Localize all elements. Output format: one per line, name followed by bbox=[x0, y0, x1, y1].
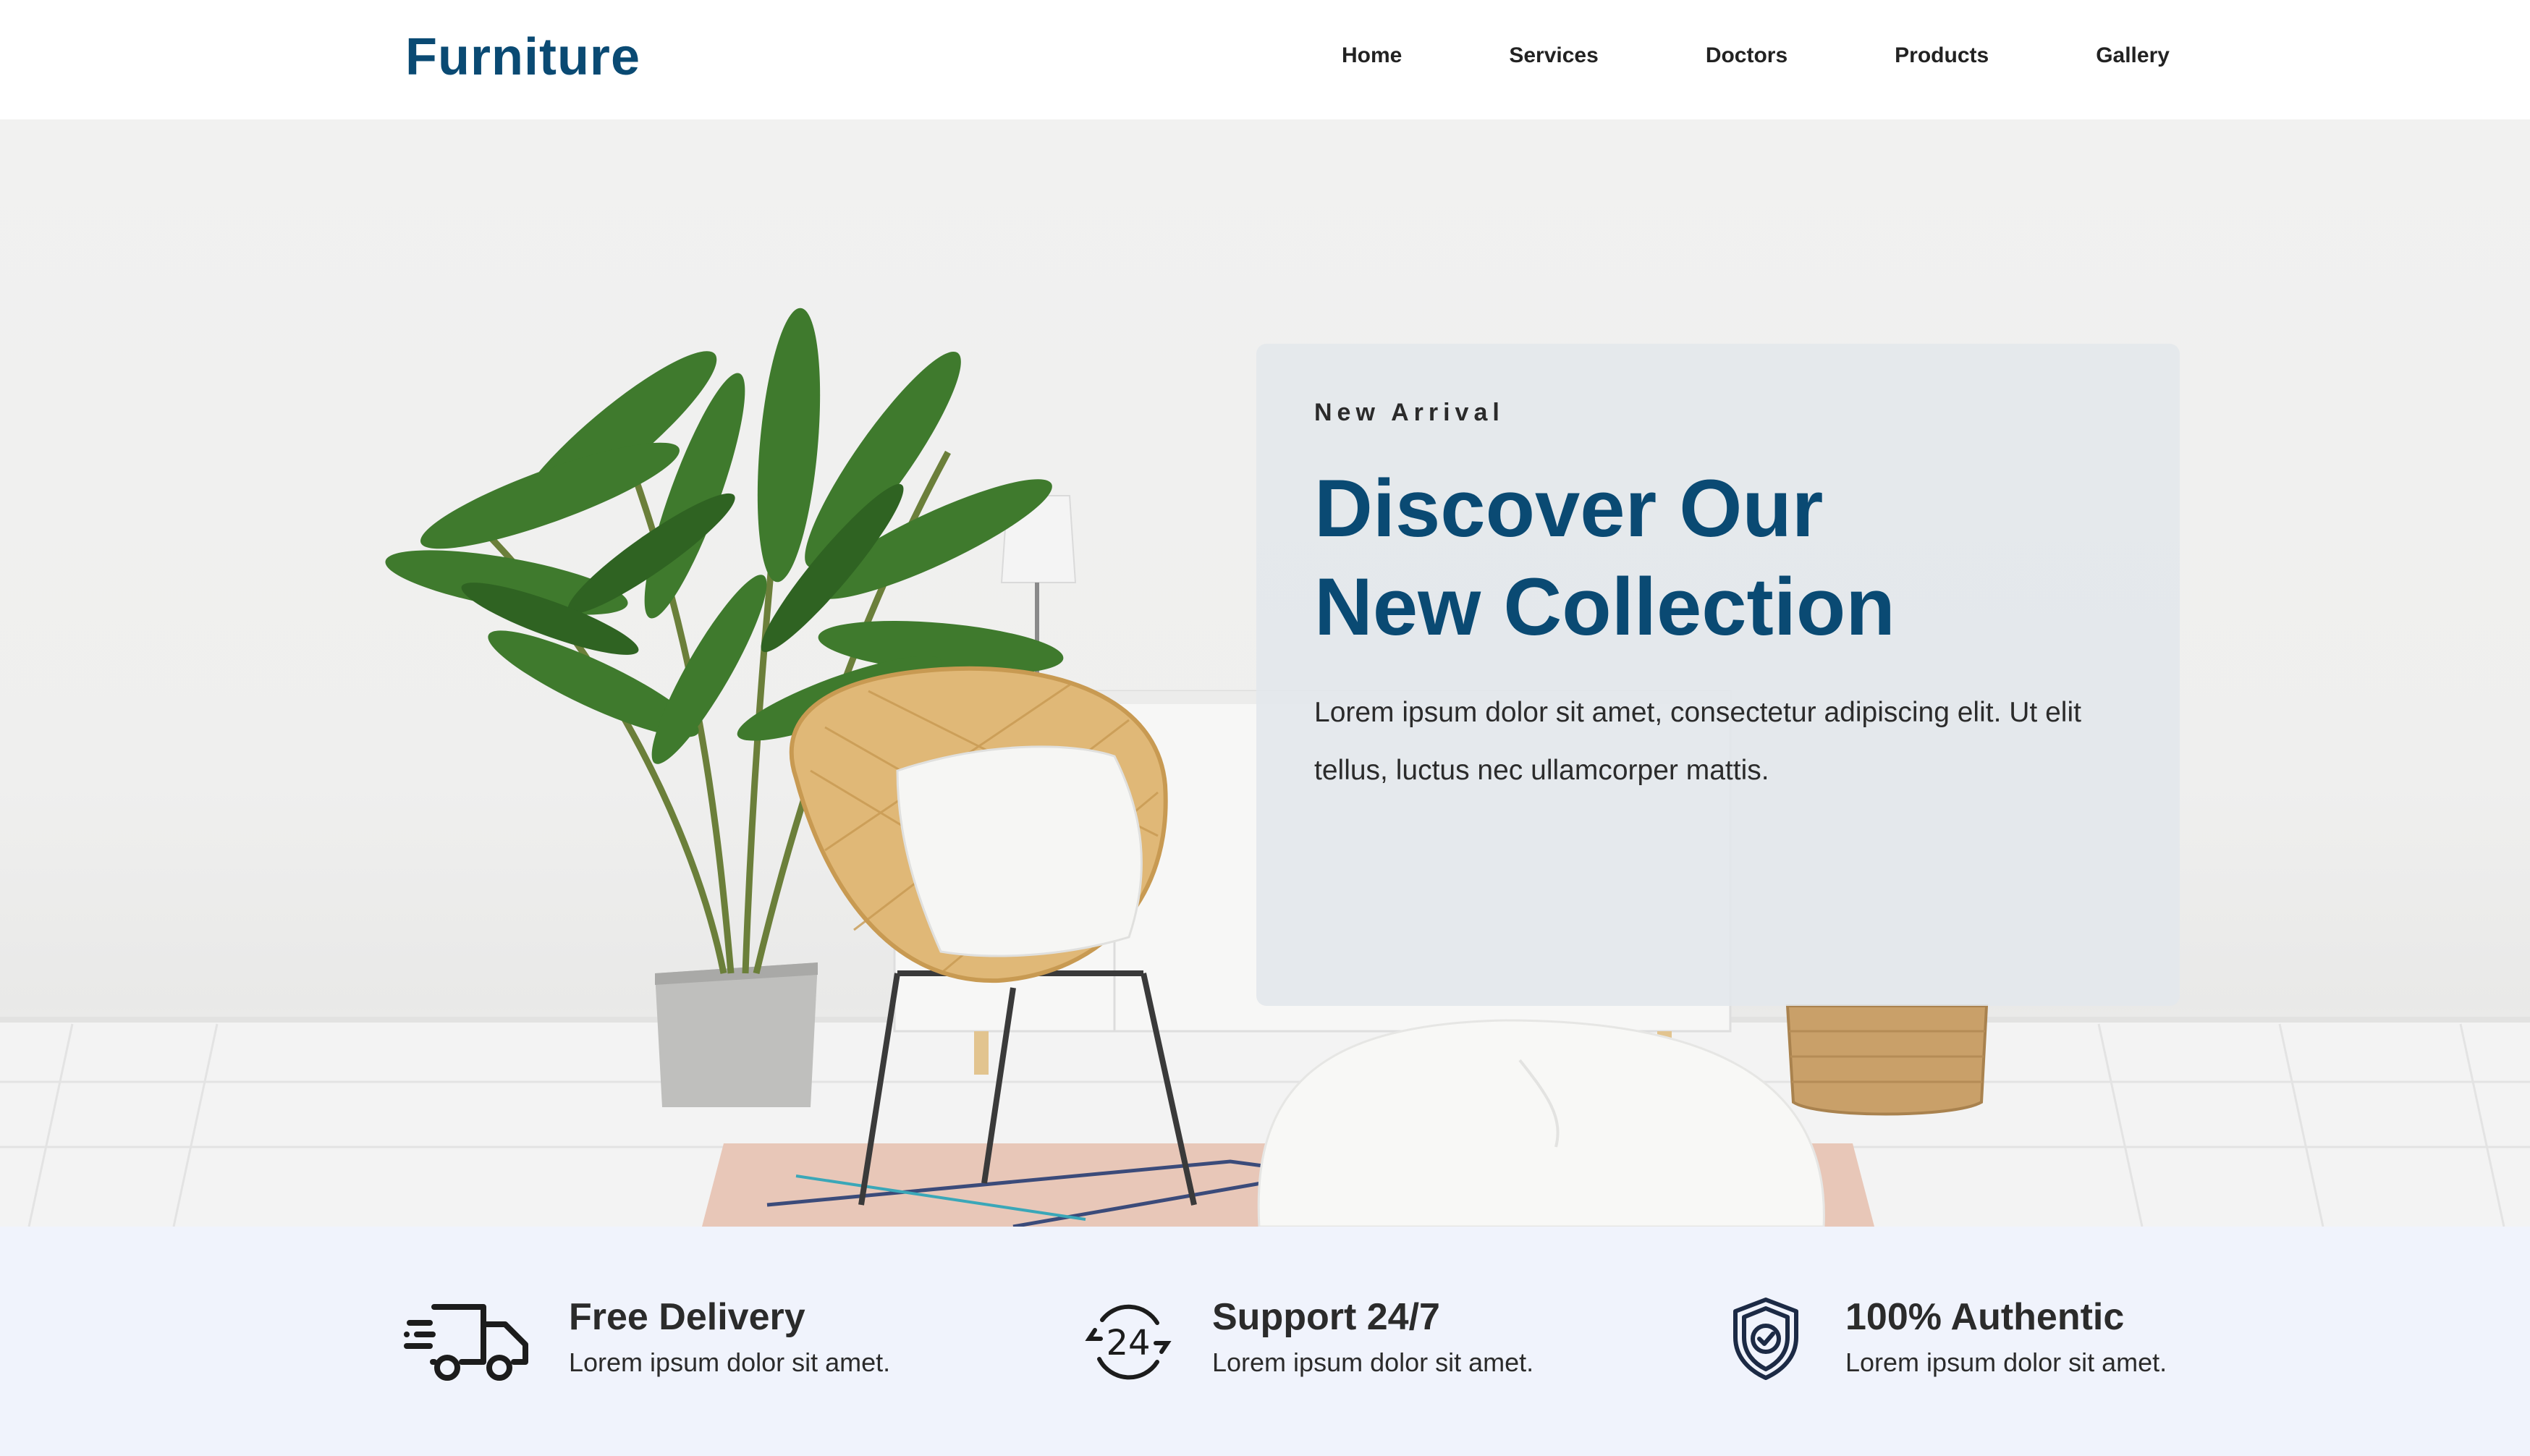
feature-subtitle: Lorem ipsum dolor sit amet. bbox=[1212, 1347, 1534, 1377]
hero-headline-line2: New Collection bbox=[1314, 562, 1895, 652]
nav-doctors[interactable]: Doctors bbox=[1706, 43, 1788, 68]
site-logo[interactable]: Furniture bbox=[405, 27, 640, 87]
feature-authentic: 100% Authentic Lorem ipsum dolor sit ame… bbox=[1730, 1295, 2280, 1404]
nav-products[interactable]: Products bbox=[1895, 43, 1989, 68]
feature-title: Support 24/7 bbox=[1212, 1296, 1440, 1338]
feature-title: Free Delivery bbox=[569, 1296, 805, 1338]
feature-free-delivery: Free Delivery Lorem ipsum dolor sit amet… bbox=[404, 1295, 925, 1404]
nav-services[interactable]: Services bbox=[1509, 43, 1598, 68]
feature-subtitle: Lorem ipsum dolor sit amet. bbox=[569, 1347, 891, 1377]
hero-card: New Arrival Discover Our New Collection … bbox=[1256, 344, 2180, 1006]
shield-check-icon bbox=[1733, 1298, 1798, 1380]
svg-text:24: 24 bbox=[1106, 1323, 1150, 1363]
features-strip: Free Delivery Lorem ipsum dolor sit amet… bbox=[0, 1227, 2530, 1456]
hero-headline-line1: Discover Our bbox=[1314, 463, 1824, 554]
hero-description: Lorem ipsum dolor sit amet, consectetur … bbox=[1314, 697, 2081, 786]
site-header: Furniture Home Services Doctors Products… bbox=[0, 0, 2530, 119]
delivery-truck-icon bbox=[404, 1304, 528, 1381]
hero-headline: Discover Our New Collection bbox=[1314, 460, 1895, 656]
hero-eyebrow: New Arrival bbox=[1314, 399, 1505, 426]
feature-subtitle: Lorem ipsum dolor sit amet. bbox=[1845, 1347, 2167, 1377]
nav-gallery[interactable]: Gallery bbox=[2096, 43, 2170, 68]
feature-support: 24 Support 24/7 Lorem ipsum dolor sit am… bbox=[1082, 1295, 1588, 1404]
hero-section: New Arrival Discover Our New Collection … bbox=[0, 119, 2530, 1227]
main-nav: Home Services Doctors Products Gallery bbox=[1342, 43, 2170, 68]
nav-home[interactable]: Home bbox=[1342, 43, 1402, 68]
support-24-7-icon: 24 bbox=[1085, 1304, 1172, 1380]
feature-title: 100% Authentic bbox=[1845, 1296, 2125, 1338]
